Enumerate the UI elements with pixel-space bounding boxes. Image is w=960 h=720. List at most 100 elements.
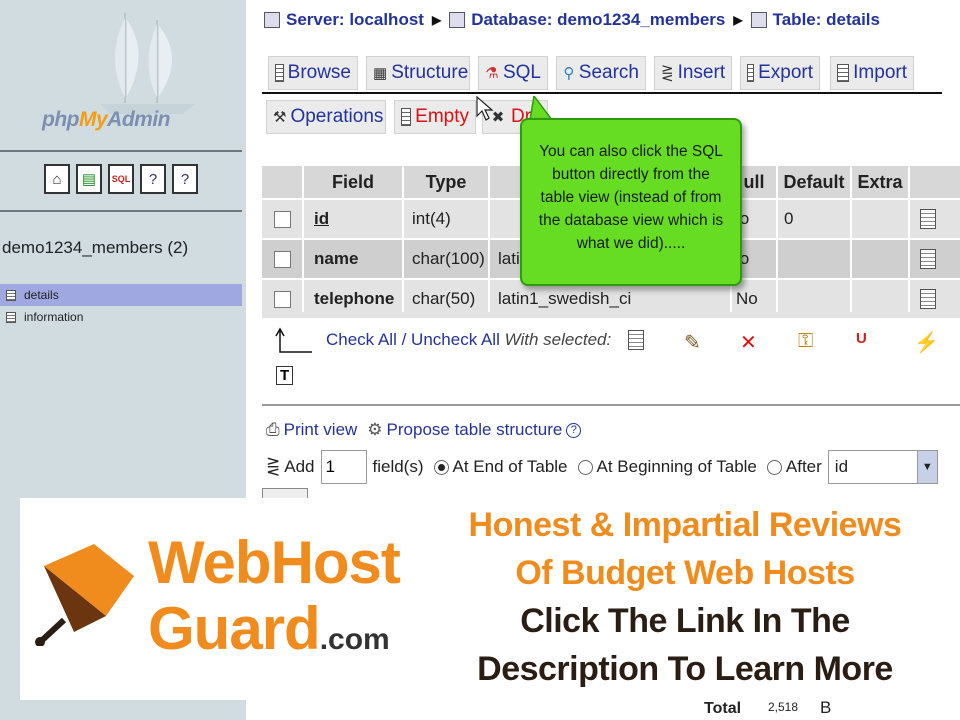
home-icon[interactable]: ⌂ xyxy=(44,164,70,194)
query-icon[interactable]: ▤ xyxy=(76,164,102,194)
header-extra: Extra xyxy=(852,166,908,198)
after-field-select[interactable]: id ▼ xyxy=(827,450,938,484)
arrow-up-icon xyxy=(275,327,312,353)
changelog-icon[interactable]: ? xyxy=(172,164,198,194)
breadcrumb-arrow-icon: ▶ xyxy=(733,13,743,27)
operations-icon: ⚒ xyxy=(273,109,287,126)
table-item-information[interactable]: information xyxy=(0,306,242,328)
header-type: Type xyxy=(404,166,488,198)
tab-insert[interactable]: ⋛ Insert xyxy=(654,56,732,90)
radio-at-end[interactable] xyxy=(433,459,449,475)
row-checkbox[interactable] xyxy=(274,210,291,228)
field-type: char(100) xyxy=(412,249,485,268)
total-unit: B xyxy=(820,698,832,717)
column-separator xyxy=(908,166,910,312)
with-selected-label: With selected: xyxy=(504,330,612,349)
check-all-link[interactable]: Check All xyxy=(326,330,397,349)
radio-after[interactable] xyxy=(766,459,782,475)
brand-name: WebHost xyxy=(148,529,401,596)
ad-line-2: Of Budget Web Hosts xyxy=(515,554,855,592)
header-actions xyxy=(910,166,960,198)
breadcrumb-table[interactable]: Table: details xyxy=(750,10,880,30)
header-field: Field xyxy=(304,166,402,198)
radio-at-beginning[interactable] xyxy=(577,459,593,475)
export-icon xyxy=(747,64,755,82)
empty-icon xyxy=(401,108,412,126)
insert-icon: ⋛ xyxy=(661,65,674,82)
browse-selected-icon[interactable] xyxy=(628,330,644,356)
field-name: name xyxy=(314,249,359,268)
shield-logo-icon xyxy=(35,544,134,646)
column-separator xyxy=(488,166,490,312)
search-icon: ⚲ xyxy=(563,65,575,82)
tab-operations[interactable]: ⚒ Operations xyxy=(266,100,386,134)
total-label: Total xyxy=(704,700,742,717)
server-icon xyxy=(264,12,280,28)
field-null: No xyxy=(736,289,758,308)
tab-bar-rule xyxy=(262,92,942,94)
section-divider xyxy=(262,404,960,406)
ad-line-1: Honest & Impartial Reviews xyxy=(468,506,902,544)
field-type: char(50) xyxy=(412,289,476,308)
ad-line-3: Click The Link In The xyxy=(520,602,850,640)
propose-structure-link[interactable]: Propose table structure xyxy=(387,420,563,440)
breadcrumb-arrow-icon: ▶ xyxy=(431,13,442,27)
database-name[interactable]: demo1234_members (2) xyxy=(2,238,188,258)
database-icon xyxy=(449,12,466,28)
fulltext-icon[interactable]: T xyxy=(276,366,294,385)
tab-browse[interactable]: Browse xyxy=(268,56,358,90)
table-icon xyxy=(6,289,16,301)
field-collation: lati xyxy=(498,249,520,268)
row-checkbox[interactable] xyxy=(274,250,291,268)
breadcrumb: Server: localhost ▶ Database: demo1234_m… xyxy=(264,10,880,30)
delete-x-icon[interactable]: ✕ xyxy=(740,330,757,355)
add-field-count-input[interactable] xyxy=(320,450,367,484)
tab-sql[interactable]: ⚗ SQL xyxy=(478,56,548,90)
uncheck-all-link[interactable]: Uncheck All xyxy=(411,330,500,349)
browse-distinct-icon[interactable] xyxy=(920,289,936,309)
field-type: int(4) xyxy=(412,209,451,228)
browse-distinct-icon[interactable] xyxy=(920,209,936,229)
divider xyxy=(0,210,242,212)
tab-search[interactable]: ⚲ Search xyxy=(556,56,646,90)
column-separator xyxy=(402,166,404,312)
browse-distinct-icon[interactable] xyxy=(920,249,936,269)
column-separator xyxy=(850,166,852,312)
table-icon xyxy=(750,12,767,28)
table-icon xyxy=(6,311,16,323)
unique-icon[interactable]: U xyxy=(856,330,867,347)
insert-icon: ⋛ xyxy=(266,457,281,476)
field-default: 0 xyxy=(784,209,794,228)
docs-icon[interactable]: ? xyxy=(140,164,166,194)
divider xyxy=(0,150,242,152)
field-name[interactable]: id xyxy=(314,200,329,238)
edit-pencil-icon[interactable]: ✎ xyxy=(684,330,701,355)
header-default: Default xyxy=(778,166,850,198)
brand-name-2: Guard.com xyxy=(148,595,390,662)
help-icon[interactable]: ? xyxy=(566,422,582,438)
tab-structure[interactable]: ▦ Structure xyxy=(366,56,470,90)
ad-banner[interactable]: WebHost Guard.com Honest & Impartial Rev… xyxy=(20,498,940,700)
index-icon[interactable]: ⚡ xyxy=(914,330,939,355)
print-icon: ⎙ xyxy=(266,420,280,439)
breadcrumb-server[interactable]: Server: localhost xyxy=(264,10,424,30)
header-select xyxy=(262,166,302,198)
primary-key-icon[interactable]: ⚿ xyxy=(798,330,813,353)
sailboat-logo-icon xyxy=(100,13,195,114)
nav-icon-row: ⌂ ▤ SQL ? ? xyxy=(44,164,198,194)
table-item-details[interactable]: details xyxy=(0,284,242,306)
row-checkbox[interactable] xyxy=(274,290,291,308)
ad-line-4: Description To Learn More xyxy=(477,650,893,688)
sql-icon[interactable]: SQL xyxy=(108,164,134,194)
chevron-down-icon: ▼ xyxy=(916,451,937,483)
tab-export[interactable]: Export xyxy=(740,56,820,90)
tab-empty[interactable]: Empty xyxy=(394,100,476,134)
phpmyadmin-logo[interactable]: phpMyAdmin xyxy=(42,108,170,132)
breadcrumb-database[interactable]: Database: demo1234_members xyxy=(449,10,725,30)
mouse-cursor-icon xyxy=(476,96,494,121)
bulk-select: Check All / Uncheck All With selected: xyxy=(326,330,612,349)
print-view-link[interactable]: Print view xyxy=(284,420,358,440)
tab-import[interactable]: Import xyxy=(830,56,914,90)
field-name: telephone xyxy=(314,289,395,308)
column-separator xyxy=(776,166,778,312)
